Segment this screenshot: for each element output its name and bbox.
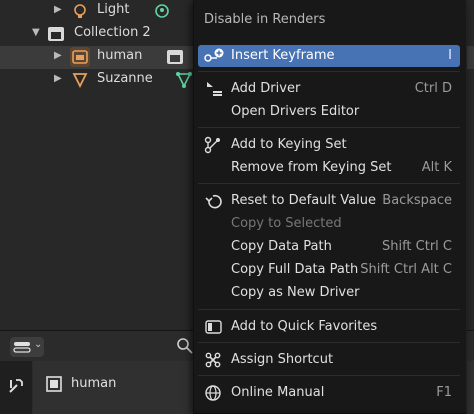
driver-icon [204,80,224,98]
menu-item-label: Add to Keying Set [231,137,347,152]
tool-settings-icon[interactable] [7,377,25,399]
menu-item-reset-to-default[interactable]: Reset to Default Value Backspace [198,190,460,212]
menu-item-label: Copy to Selected [231,216,342,231]
collection-instance-icon [70,47,90,67]
menu-item-label: Add to Quick Favorites [231,319,378,334]
menu-item-label: Assign Shortcut [231,352,334,367]
menu-item-copy-data-path[interactable]: Copy Data Path Shift Ctrl C [198,236,460,258]
keying-set-icon [204,136,224,154]
globe-icon [204,384,224,402]
menu-item-shortcut: Ctrl D [414,81,452,96]
menu-item-shortcut: Backspace [382,193,452,208]
menu-item-label: Insert Keyframe [231,48,335,63]
menu-item-copy-to-selected: Copy to Selected [198,213,460,235]
menu-separator [198,375,460,376]
menu-title: Disable in Renders [204,12,326,27]
menu-item-open-drivers-editor[interactable]: Open Drivers Editor [198,101,460,123]
light-icon [70,1,90,21]
menu-item-online-manual[interactable]: Online Manual F1 [198,382,460,404]
properties-editor-icon [13,342,31,353]
menu-item-shortcut: I [448,48,452,63]
object-icon [45,375,63,397]
menu-item-label: Copy Data Path [231,239,332,254]
menu-separator [198,71,460,72]
properties-tabs [0,361,32,414]
menu-item-copy-full-data-path[interactable]: Copy Full Data Path Shift Ctrl Alt C [198,259,460,281]
outliner-item-label: Suzanne [97,71,153,86]
menu-item-remove-from-keying-set[interactable]: Remove from Keying Set Alt K [198,157,460,179]
object-name-label: human [71,376,117,391]
menu-separator [198,342,460,343]
mesh-data-icon[interactable] [175,71,193,93]
menu-item-label: Copy Full Data Path [231,262,359,277]
expand-arrow-icon[interactable]: ▶ [54,4,62,15]
collection-icon [46,24,66,44]
menu-item-shortcut: Shift Ctrl Alt C [360,262,452,277]
quick-favorites-icon [204,318,224,336]
menu-item-copy-as-new-driver[interactable]: Copy as New Driver [198,282,460,304]
menu-item-label: Reset to Default Value [231,193,376,208]
menu-separator [198,309,460,310]
collapse-arrow-icon[interactable]: ▼ [32,27,40,38]
outliner-item-label: Light [97,2,130,17]
menu-item-insert-keyframe[interactable]: Insert Keyframe I [198,45,460,67]
expand-arrow-icon[interactable]: ▶ [54,73,62,84]
collection-data-icon[interactable] [166,48,184,70]
menu-item-shortcut: Alt K [421,160,452,175]
menu-item-shortcut: F1 [436,385,452,400]
menu-item-assign-shortcut[interactable]: Assign Shortcut [198,349,460,371]
menu-separator [198,127,460,128]
outliner-item-label: Collection 2 [74,25,151,40]
menu-item-label: Add Driver [231,81,301,96]
context-menu: Disable in Renders Insert Keyframe I Add… [193,0,467,414]
menu-item-shortcut: Shift Ctrl C [381,239,452,254]
keyboard-shortcut-icon [204,351,224,369]
mesh-object-icon [70,70,90,90]
menu-item-label: Online Manual [231,385,325,400]
editor-type-dropdown[interactable]: ⌄ [10,337,44,357]
menu-item-label: Open Drivers Editor [231,104,360,119]
keyframe-insert-icon [204,47,224,65]
outliner-item-label: human [97,48,143,63]
menu-item-add-to-keying-set[interactable]: Add to Keying Set [198,134,460,156]
menu-item-add-to-quick-favorites[interactable]: Add to Quick Favorites [198,316,460,338]
search-icon[interactable] [176,337,194,359]
menu-item-label: Copy as New Driver [231,285,360,300]
reset-icon [204,192,224,210]
menu-separator [198,183,460,184]
expand-arrow-icon[interactable]: ▶ [54,50,62,61]
light-data-icon[interactable] [153,2,171,24]
menu-item-label: Remove from Keying Set [231,160,392,175]
menu-item-add-driver[interactable]: Add Driver Ctrl D [198,78,460,100]
chevron-down-icon: ⌄ [34,339,43,350]
